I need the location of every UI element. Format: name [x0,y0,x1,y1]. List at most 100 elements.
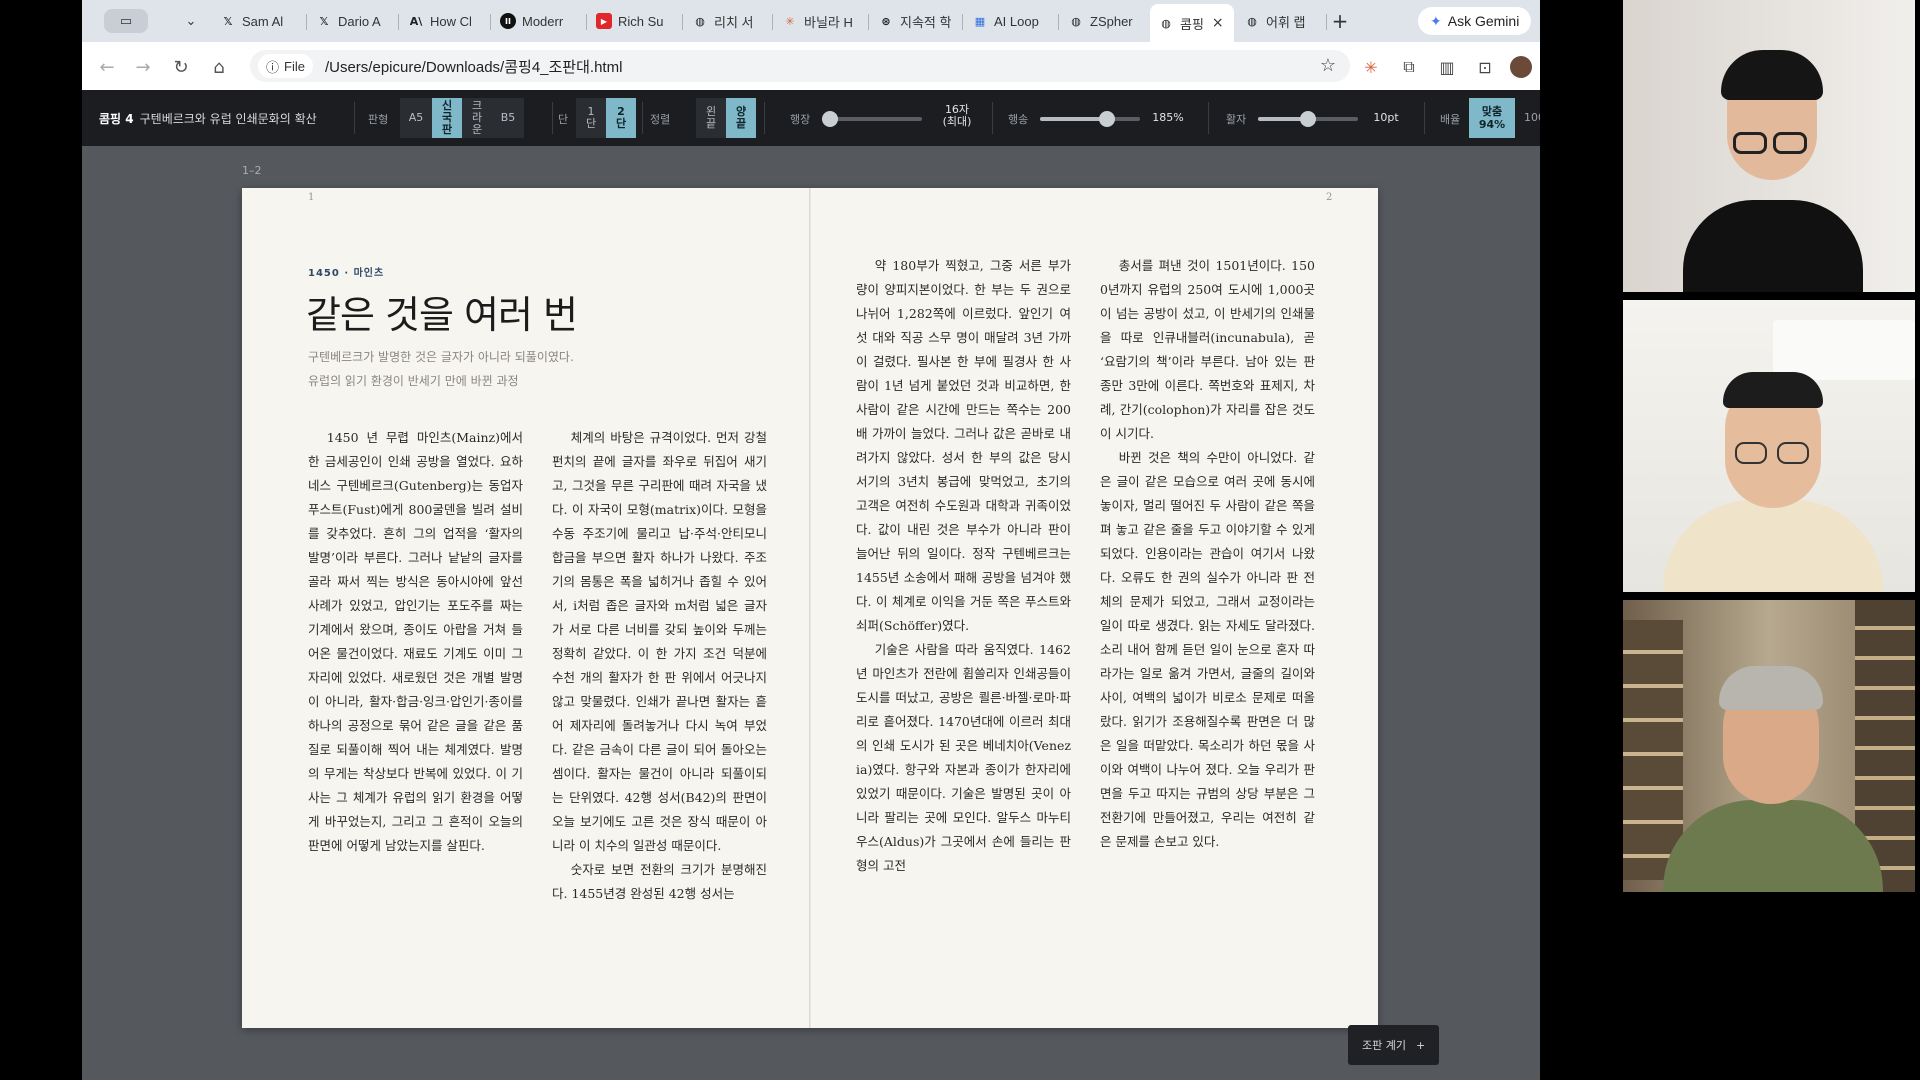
tab-separator [682,14,683,30]
bookmark-star-icon[interactable]: ☆ [1320,55,1336,76]
tab-label: 지속적 학 [900,14,952,30]
align-label: 정렬 [650,113,671,126]
measure-slider-knob[interactable] [822,111,838,127]
x-logo-icon: 𝕏 [319,14,329,28]
back-button[interactable]: ← [94,54,120,80]
globe-icon: ◍ [1071,14,1081,28]
measure-label: 행장 [790,113,811,126]
compose-gauge-label: 조판 계기 [1362,1039,1406,1052]
spread-label: 1–2 [242,164,262,177]
close-icon[interactable]: × [1212,15,1224,31]
globe-icon: ◍ [1161,16,1171,30]
subtitle-line-2: 유럽의 읽기 환경이 반세기 만에 바뀐 과정 [308,374,519,388]
tab-label: 바닐라 H [804,14,853,30]
gutter [809,188,811,1028]
size-slider[interactable] [1258,111,1358,127]
aligns-option-1[interactable]: 왼 끝 [696,98,726,138]
participant-2 [1623,300,1915,592]
formats-option-2[interactable]: 신 국 판 [432,98,462,138]
ask-gemini-button[interactable]: ✦ Ask Gemini [1418,7,1532,35]
tab-label: Moderr [522,13,564,29]
formats-option-1[interactable]: A5 [400,98,432,138]
tab-7[interactable]: ✳ 바닐라 H [774,6,868,36]
tab-groups-button[interactable]: ▭ [104,9,148,33]
text-column-2: 체계의 바탕은 규격이었다. 먼저 강철 펀치의 끝에 글자를 좌우로 뒤집어 … [552,426,767,906]
leading-label: 행송 [1008,113,1029,126]
arrow-left-icon: ← [99,56,115,78]
tab-6[interactable]: ◍ 리치 서 [684,6,772,36]
leading-slider[interactable] [1040,111,1140,127]
address-bar[interactable]: ⓘ File /Users/epicure/Downloads/콤핑4_조판대.… [250,50,1350,82]
text-column-3: 약 180부가 찍혔고, 그중 서른 부가량이 양피지본이었다. 한 부는 두 … [856,254,1071,878]
profile-avatar[interactable] [1508,54,1534,80]
tab-1[interactable]: 𝕏 Sam Al [212,6,306,36]
tab-separator [306,14,307,30]
site-info-button[interactable]: ⓘ File [258,54,313,78]
globe-icon: ◍ [695,14,705,28]
tab-label: 리치 서 [714,14,754,30]
pause-logo-icon: II [500,13,516,29]
zoom-fit-button[interactable]: 맞춤 94% [1469,98,1515,138]
tab-10[interactable]: ◍ ZSpher [1060,6,1148,36]
gemini-sparkle-icon: ✦ [1430,12,1442,29]
aligns-option-2[interactable]: 양 끝 [726,98,756,138]
screen: ▭ ⌄ 𝕏 Sam Al 𝕏 Dario A A\ How Cl II Moderr ▶ Rich… [0,0,1920,1080]
tab-4[interactable]: II Moderr [492,6,586,36]
divider [1208,102,1209,134]
tab-separator [398,14,399,30]
formats-option-3[interactable]: 크 라 운 [462,98,492,138]
tab-5[interactable]: ▶ Rich Su [588,6,682,36]
tab-8[interactable]: ⊛ 지속적 학 [870,6,962,36]
openai-icon: ⊛ [881,14,891,28]
tab-12[interactable]: ◍ 어휘 랩 [1236,6,1326,36]
tab-separator [586,14,587,30]
columns-option-2[interactable]: 2 단 [606,98,636,138]
tab-separator [772,14,773,30]
columns-option-1[interactable]: 1 단 [576,98,606,138]
video-tile-3 [1623,600,1915,892]
tab-label: 콤핑 [1180,16,1204,32]
tab-9[interactable]: ▦ AI Loop [964,6,1058,36]
leading-value: 185% [1152,111,1184,124]
document-title: 콤핑 4 구텐베르크와 유럽 인쇄문화의 확산 [99,110,317,127]
text-column-4: 총서를 펴낸 것이 1501년이다. 1500년까지 유럽의 250여 도시에 … [1100,254,1315,854]
align-selector: 왼 끝양 끝 [696,98,756,138]
forward-button[interactable]: → [130,54,156,80]
url-text[interactable]: /Users/epicure/Downloads/콤핑4_조판대.html [325,56,622,77]
new-tab-button[interactable]: + [1327,8,1353,34]
leading-slider-knob[interactable] [1099,111,1115,127]
paragraph: 기술은 사람을 따라 움직였다. 1462년 마인츠가 전란에 휩쓸리자 인쇄공… [856,642,1071,873]
zoom-100-button[interactable]: 100 [1524,111,1540,124]
zoom-fit-label: 맞춤 94% [1478,105,1506,131]
tab-label: Sam Al [242,13,284,29]
claude-extension-icon[interactable]: ✳ [1358,54,1384,80]
paragraph: 약 180부가 찍혔고, 그중 서른 부가량이 양피지본이었다. 한 부는 두 … [856,258,1071,633]
grid-app-icon: ▦ [974,14,986,28]
reload-button[interactable]: ↻ [168,54,194,80]
book-spread: 1 2 1450 · 마인츠 같은 것을 여러 번 구텐베르크가 발명한 것은 … [242,188,1378,1028]
paragraph: 숫자로 보면 전환의 크기가 분명해진다. 1455년경 완성된 42행 성서는 [552,862,767,901]
video-tile-2 [1623,300,1915,592]
measure-slider[interactable] [822,111,922,127]
format-label: 판형 [368,113,389,126]
extensions-puzzle-icon[interactable]: ⧉ [1396,54,1422,80]
tab-11[interactable]: ◍ 콤핑 × [1150,4,1234,42]
tab-label: 어휘 랩 [1266,14,1306,30]
typesetting-toolbar: 콤핑 4 구텐베르크와 유럽 인쇄문화의 확산 판형 A5 신 국 판크 라 운 B5… [82,90,1540,146]
workspace: 1–2 1 2 1450 · 마인츠 같은 것을 여러 번 구텐베르크가 발명한… [82,146,1540,1080]
home-icon: ⌂ [213,56,225,78]
home-button[interactable]: ⌂ [206,54,232,80]
reading-mode-icon[interactable]: ▥ [1434,54,1460,80]
formats-option-4[interactable]: B5 [492,98,524,138]
columns-label: 단 [558,113,569,126]
size-value: 10pt [1373,111,1399,124]
tab-strip: ▭ ⌄ 𝕏 Sam Al 𝕏 Dario A A\ How Cl II Moderr ▶ Rich… [82,0,1540,42]
participant-3 [1623,600,1915,892]
compose-gauge-button[interactable]: 조판 계기 + [1348,1025,1440,1065]
tab-2[interactable]: 𝕏 Dario A [308,6,398,36]
screenshot-lens-icon[interactable]: ⊡ [1472,54,1498,80]
tab-3[interactable]: A\ How Cl [400,6,490,36]
tab-search-button[interactable]: ⌄ [178,9,204,33]
divider [992,102,993,134]
size-slider-knob[interactable] [1300,111,1316,127]
